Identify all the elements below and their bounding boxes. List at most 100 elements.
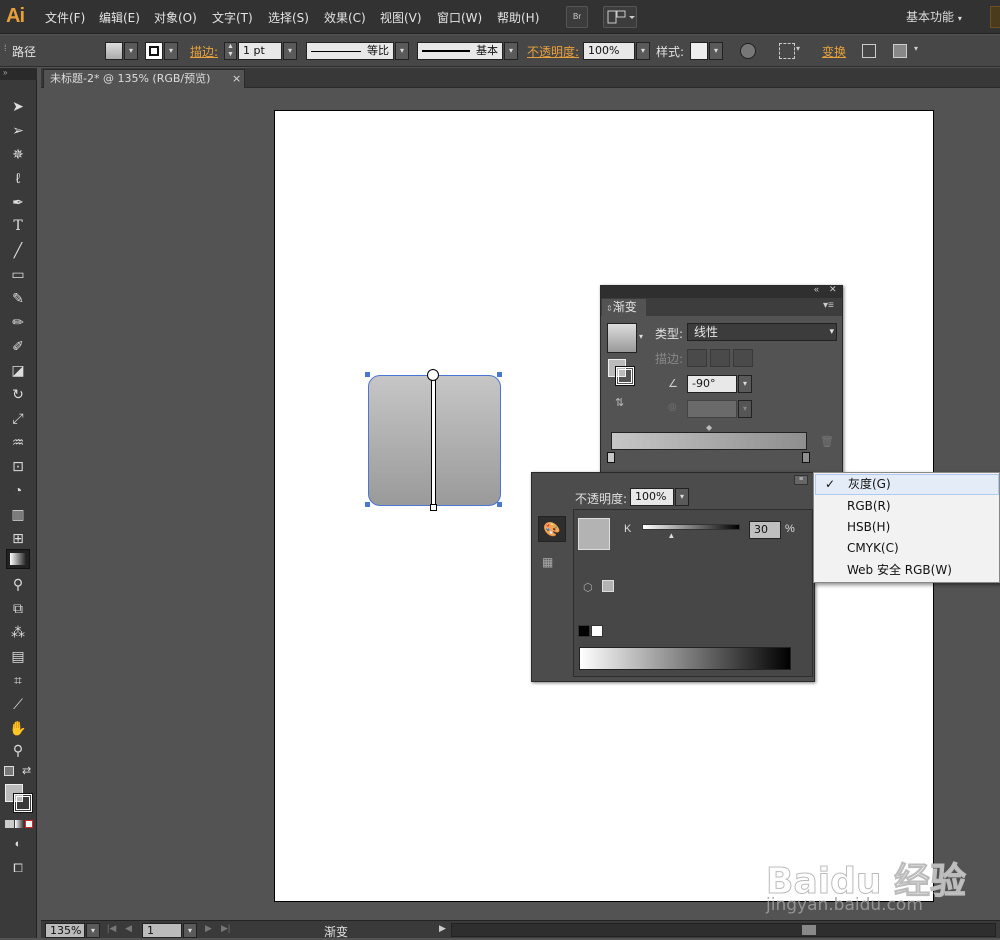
color-mode-icon[interactable] bbox=[5, 820, 14, 828]
opacity-dropdown[interactable]: ▾ bbox=[675, 488, 689, 506]
horizontal-scrollbar[interactable] bbox=[451, 923, 996, 937]
shape-builder-tool-icon[interactable]: ◔ bbox=[8, 480, 28, 500]
opacity-dropdown[interactable]: ▾ bbox=[636, 42, 650, 60]
fill-dropdown[interactable]: ▾ bbox=[124, 42, 138, 60]
previous-artboard-icon[interactable]: ◀ bbox=[125, 923, 132, 934]
gradient-tool-icon[interactable] bbox=[6, 549, 30, 569]
gradient-stop-start[interactable] bbox=[607, 452, 615, 463]
artboard-tool-icon[interactable]: ⌗ bbox=[8, 670, 28, 690]
swatches-grid-icon[interactable]: ▦ bbox=[542, 555, 553, 569]
opacity-field[interactable]: 100% bbox=[583, 42, 635, 60]
align-icon[interactable] bbox=[779, 43, 795, 59]
panel-menu-icon[interactable]: ▾≡ bbox=[823, 300, 834, 311]
scale-tool-icon[interactable]: ⤢ bbox=[8, 408, 28, 428]
white-swatch[interactable] bbox=[591, 625, 603, 637]
eyedropper-tool-icon[interactable]: ⚲ bbox=[8, 574, 28, 594]
brush-definition[interactable]: 基本 bbox=[417, 42, 503, 60]
opacity-label[interactable]: 不透明度: bbox=[527, 43, 579, 60]
free-transform-tool-icon[interactable]: ⊡ bbox=[8, 456, 28, 476]
graph-tool-icon[interactable]: ▤ bbox=[8, 646, 28, 666]
stroke-within-button[interactable] bbox=[687, 349, 707, 367]
none-mode-icon[interactable] bbox=[25, 820, 33, 828]
direct-selection-tool-icon[interactable]: ➢ bbox=[8, 120, 28, 140]
current-color-swatch[interactable] bbox=[578, 518, 610, 550]
stroke-weight-dropdown[interactable]: ▾ bbox=[283, 42, 297, 60]
stroke-along-button[interactable] bbox=[710, 349, 730, 367]
gradient-mode-icon[interactable] bbox=[15, 820, 24, 828]
stroke-color-icon[interactable] bbox=[13, 793, 33, 813]
menu-type[interactable]: 文字(T) bbox=[212, 9, 253, 26]
selection-tool-icon[interactable]: ➤ bbox=[8, 96, 28, 116]
profile-dropdown[interactable]: ▾ bbox=[395, 42, 409, 60]
screen-mode-icon[interactable]: ⧠ bbox=[8, 858, 28, 878]
menu-select[interactable]: 选择(S) bbox=[268, 9, 309, 26]
swap-colors-icon[interactable]: ⇄ bbox=[22, 764, 31, 777]
gradient-thumbnail[interactable] bbox=[607, 323, 637, 353]
menu-item-rgb[interactable]: RGB(R) bbox=[815, 496, 999, 517]
line-tool-icon[interactable]: ╱ bbox=[8, 240, 28, 260]
workspace-switcher[interactable]: 基本功能 ▾ bbox=[906, 8, 962, 25]
stroke-weight-stepper[interactable]: ▲ ▼ bbox=[224, 42, 237, 60]
type-tool-icon[interactable]: T bbox=[8, 216, 28, 236]
stroke-swatch[interactable] bbox=[145, 42, 163, 60]
tab-gradient[interactable]: ⇕渐变 bbox=[602, 299, 646, 316]
black-swatch[interactable] bbox=[578, 625, 590, 637]
arrange-documents-button[interactable] bbox=[603, 6, 637, 28]
menu-help[interactable]: 帮助(H) bbox=[497, 9, 539, 26]
zoom-field[interactable]: 135% bbox=[45, 923, 85, 938]
collapse-icon[interactable]: » bbox=[0, 68, 37, 80]
gradient-stop-end[interactable] bbox=[802, 452, 810, 463]
k-slider-thumb[interactable]: ▲ bbox=[667, 531, 675, 540]
rotate-tool-icon[interactable]: ↻ bbox=[8, 384, 28, 404]
bridge-button[interactable]: Br bbox=[566, 6, 588, 28]
rectangle-tool-icon[interactable]: ▭ bbox=[8, 264, 28, 284]
collapse-icon[interactable]: « bbox=[814, 284, 819, 294]
midpoint-diamond-icon[interactable]: ◆ bbox=[706, 423, 712, 432]
fill-swatch[interactable] bbox=[105, 42, 123, 60]
stroke-label[interactable]: 描边: bbox=[190, 43, 218, 60]
menu-view[interactable]: 视图(V) bbox=[380, 9, 422, 26]
eraser-tool-icon[interactable]: ◪ bbox=[8, 360, 28, 380]
perspective-grid-tool-icon[interactable]: ▥ bbox=[8, 504, 28, 524]
status-menu-icon[interactable]: ▶ bbox=[439, 923, 446, 934]
transform-label[interactable]: 变换 bbox=[822, 43, 846, 60]
recolor-artwork-icon[interactable] bbox=[740, 43, 756, 59]
paintbrush-tool-icon[interactable]: ✎ bbox=[8, 288, 28, 308]
menu-file[interactable]: 文件(F) bbox=[45, 9, 85, 26]
magic-wand-tool-icon[interactable]: ✵ bbox=[8, 144, 28, 164]
k-slider-track[interactable] bbox=[642, 524, 740, 530]
menu-item-hsb[interactable]: HSB(H) bbox=[815, 517, 999, 538]
document-tab[interactable]: 未标题-2* @ 135% (RGB/预览) × bbox=[43, 69, 245, 88]
artboard-dropdown[interactable]: ▾ bbox=[183, 923, 197, 938]
opacity-field[interactable]: 100% bbox=[630, 488, 674, 506]
isolate-icon[interactable] bbox=[862, 44, 876, 58]
reverse-gradient-icon[interactable]: ⇅ bbox=[615, 396, 624, 409]
hand-tool-icon[interactable]: ✋ bbox=[8, 718, 28, 738]
menu-effect[interactable]: 效果(C) bbox=[324, 9, 366, 26]
palette-icon[interactable]: 🎨 bbox=[538, 516, 566, 542]
variable-width-profile[interactable]: 等比 bbox=[306, 42, 394, 60]
zoom-tool-icon[interactable]: ⚲ bbox=[8, 740, 28, 760]
gradient-origin-handle[interactable] bbox=[427, 369, 439, 381]
gradient-end-handle[interactable] bbox=[430, 504, 437, 511]
first-artboard-icon[interactable]: |◀ bbox=[107, 923, 116, 934]
next-artboard-icon[interactable]: ▶ bbox=[205, 923, 212, 934]
default-colors-icon[interactable] bbox=[4, 766, 14, 776]
blend-tool-icon[interactable]: ⧉ bbox=[8, 598, 28, 618]
anchor-point[interactable] bbox=[497, 502, 502, 507]
stroke-weight-field[interactable]: 1 pt bbox=[238, 42, 282, 60]
chevron-down-icon[interactable]: ▾ bbox=[639, 332, 643, 341]
stroke-indicator[interactable] bbox=[615, 366, 635, 386]
scrollbar-thumb[interactable] bbox=[802, 925, 816, 935]
stroke-dropdown[interactable]: ▾ bbox=[164, 42, 178, 60]
panel-options-icon[interactable] bbox=[893, 44, 907, 58]
menu-edit[interactable]: 编辑(E) bbox=[99, 9, 140, 26]
stroke-across-button[interactable] bbox=[733, 349, 753, 367]
close-icon[interactable]: ✕ bbox=[829, 284, 837, 295]
pen-tool-icon[interactable]: ✒ bbox=[8, 192, 28, 212]
menu-item-cmyk[interactable]: CMYK(C) bbox=[815, 538, 999, 559]
delete-stop-icon[interactable]: 🗑 bbox=[820, 435, 834, 448]
search-field-edge[interactable] bbox=[990, 6, 1000, 28]
anchor-point[interactable] bbox=[365, 372, 370, 377]
blob-brush-tool-icon[interactable]: ✐ bbox=[8, 336, 28, 356]
